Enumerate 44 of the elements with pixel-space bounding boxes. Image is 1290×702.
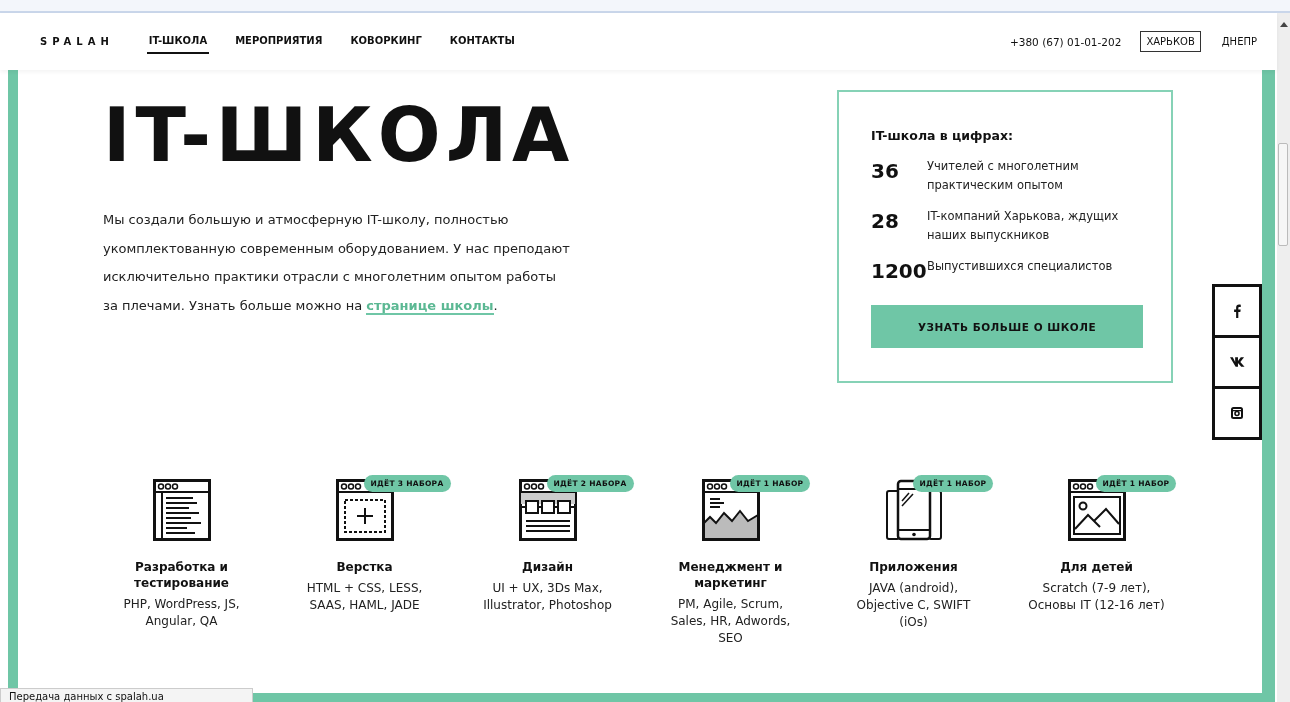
social-button[interactable]	[1212, 335, 1262, 386]
course-title[interactable]: Верстка	[289, 559, 440, 575]
stat-text: Выпустившихся специалистов	[927, 258, 1114, 275]
stat-number: 1200	[871, 258, 927, 285]
scrollbar[interactable]	[1277, 13, 1290, 702]
course-description: UI + UX, 3Ds Max, Illustrator, Photoshop	[482, 580, 613, 614]
design-window-icon[interactable]	[518, 479, 577, 541]
nav-link[interactable]: КОВОРКИНГ	[348, 29, 424, 54]
city-link[interactable]: ДНЕПР	[1215, 31, 1263, 52]
stat-number: 36	[871, 158, 900, 185]
image-window-icon[interactable]	[1067, 479, 1126, 541]
logo[interactable]: SPALAH	[40, 36, 114, 47]
learn-more-button[interactable]: УЗНАТЬ БОЛЬШЕ О ШКОЛЕ	[871, 305, 1143, 348]
code-window-icon[interactable]	[152, 479, 211, 541]
instagram-icon	[1231, 407, 1243, 419]
phone-number[interactable]: +380 (67) 01-01-202	[1009, 35, 1122, 48]
stat-number: 28	[871, 208, 900, 235]
vk-icon	[1229, 357, 1245, 367]
stats-title: IT-школа в цифрах:	[871, 128, 1014, 143]
course-description: HTML + CSS, LESS, SAAS, HAML, JADE	[305, 580, 424, 614]
course-title[interactable]: Менеджмент и маркетинг	[655, 559, 806, 591]
nav-link[interactable]: IT-ШКОЛА	[146, 29, 210, 54]
stat-text: IT-компаний Харькова, ждущих наших выпускников	[927, 208, 1120, 244]
course-title[interactable]: Для детей	[1021, 559, 1172, 575]
nav-link[interactable]: МЕРОПРИЯТИЯ	[233, 29, 325, 54]
stat-text: Учителей с многолетним практическим опытом	[927, 158, 1080, 194]
facebook-icon	[1232, 304, 1242, 318]
course-title[interactable]: Дизайн	[472, 559, 623, 575]
scroll-thumb[interactable]	[1278, 143, 1288, 246]
course-title[interactable]: Приложения	[838, 559, 989, 575]
scroll-up-icon[interactable]	[1280, 22, 1288, 27]
course-description: Scratch (7-9 лет), Основы IT (12-16 лет)	[1027, 580, 1166, 614]
page-title: IT-ШКОЛА	[103, 91, 576, 180]
course-description: PM, Agile, Scrum, Sales, HR, Adwords, SEO	[669, 596, 792, 647]
status-bar: Передача данных с spalah.ua	[0, 688, 253, 702]
layout-window-icon[interactable]	[335, 479, 394, 541]
city-link[interactable]: ХАРЬКОВ	[1140, 31, 1201, 52]
course-description: PHP, WordPress, JS, Angular, QA	[122, 596, 241, 630]
social-button[interactable]	[1212, 284, 1262, 335]
course-title[interactable]: Разработка и тестирование	[106, 559, 257, 591]
course-description: JAVA (android), Objective C, SWIFT (iOs)	[855, 580, 972, 631]
intro-paragraph: Мы создали большую и атмосферную IT-школу, полностью укомплектованную современным оборудованием. У нас преподают исключительно практики отрасли с многолетним опытом работы за плечами. Узнать больше можно на странице школы.	[103, 211, 571, 317]
nav-link[interactable]: КОНТАКТЫ	[447, 29, 517, 54]
social-button[interactable]	[1212, 386, 1262, 440]
